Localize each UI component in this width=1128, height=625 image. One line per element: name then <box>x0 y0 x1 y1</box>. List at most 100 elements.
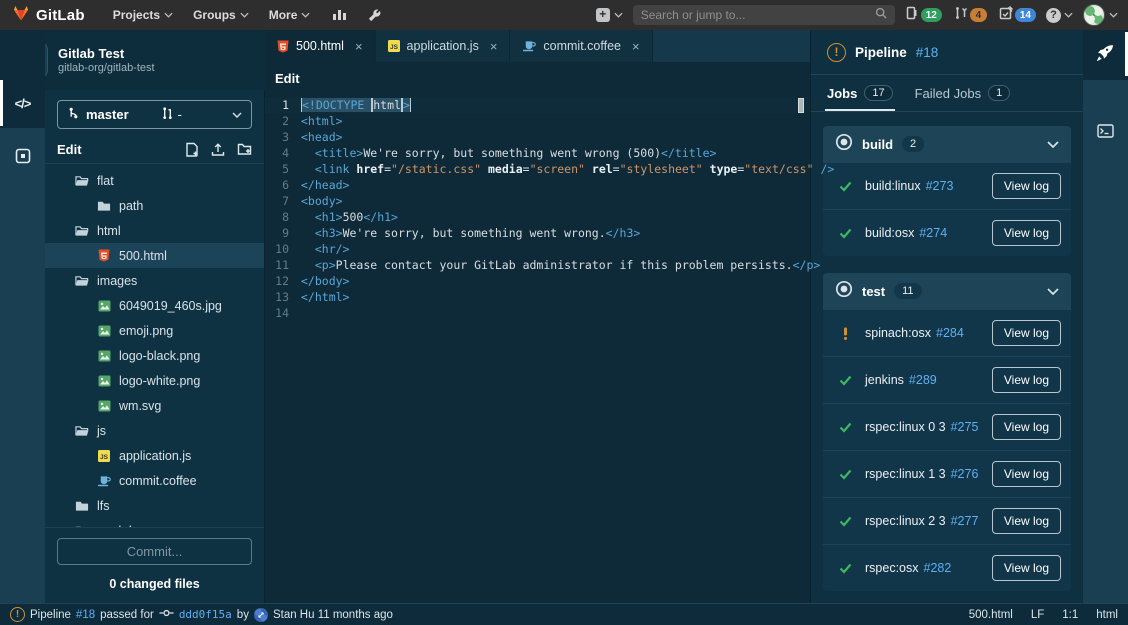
editor-scrollbar-thumb[interactable] <box>798 98 804 113</box>
sb-language[interactable]: html <box>1096 609 1118 621</box>
tree-item[interactable]: path <box>45 193 264 218</box>
view-log-button[interactable]: View log <box>992 555 1061 581</box>
chevron-down-icon <box>1047 288 1059 295</box>
view-log-button[interactable]: View log <box>992 173 1061 199</box>
search-input[interactable] <box>641 8 869 22</box>
js-file-icon: JS <box>388 40 400 52</box>
tree-item[interactable]: emoji.png <box>45 318 264 343</box>
nav-counter[interactable]: 4 <box>954 6 987 25</box>
terminal-button[interactable] <box>1083 110 1128 156</box>
view-log-button[interactable]: View log <box>992 220 1061 246</box>
editor-tabstrip: 500.html × JS application.js × commit.co… <box>265 30 810 62</box>
image-file-icon <box>97 400 111 412</box>
code-editor[interactable]: 1 <!DOCTYPE html> 2 <html> 3 <head> 4 <t… <box>265 95 810 603</box>
sb-file-name[interactable]: 500.html <box>969 609 1013 621</box>
search-icon <box>875 6 887 24</box>
job-id-link[interactable]: #282 <box>924 561 952 575</box>
tree-item[interactable]: logo-white.png <box>45 368 264 393</box>
pipelines-button[interactable] <box>1083 32 1128 78</box>
gitlab-logo[interactable]: GitLab <box>12 4 85 27</box>
count-badge: 12 <box>921 8 942 22</box>
commit-sha-link[interactable]: ddd0f15a <box>179 608 232 621</box>
sb-cursor-position[interactable]: 1:1 <box>1062 609 1078 621</box>
job-id-link[interactable]: #274 <box>919 226 947 240</box>
editor-tab[interactable]: 500.html × <box>265 30 376 62</box>
tree-item[interactable]: images <box>45 268 264 293</box>
tree-item[interactable]: js <box>45 418 264 443</box>
close-icon[interactable]: × <box>355 39 363 54</box>
editor-mode-label: Edit <box>275 71 300 86</box>
tree-item[interactable]: JS application.js <box>45 443 264 468</box>
nav-counter[interactable]: 12 <box>905 6 942 25</box>
chevron-down-icon <box>1064 12 1073 18</box>
pipeline-id-link[interactable]: #18 <box>916 45 939 60</box>
branch-icon <box>67 106 80 123</box>
tree-item-label: js <box>97 424 106 438</box>
merge-request-icon <box>161 106 174 123</box>
nav-menu-groups[interactable]: Groups <box>183 0 259 30</box>
branch-selector[interactable]: master - <box>57 100 252 129</box>
code-line: 14 <box>265 305 810 321</box>
editor-tab[interactable]: commit.coffee × <box>510 30 652 62</box>
job-row: build:linux #273 View log <box>823 162 1071 209</box>
sb-pipeline-id-link[interactable]: #18 <box>76 609 95 621</box>
tree-item[interactable]: 500.html <box>45 243 264 268</box>
job-id-link[interactable]: #289 <box>909 373 937 387</box>
tree-item[interactable]: markdown <box>45 518 264 527</box>
tree-item[interactable]: lfs <box>45 493 264 518</box>
code-line: 4 <title>We're sorry, but something went… <box>265 145 810 161</box>
passed-status-icon <box>837 516 853 527</box>
nav-menu-projects[interactable]: Projects <box>103 0 183 30</box>
tree-item[interactable]: 6049019_460s.jpg <box>45 293 264 318</box>
job-id-link[interactable]: #284 <box>936 326 964 340</box>
tree-item[interactable]: commit.coffee <box>45 468 264 493</box>
close-icon[interactable]: × <box>632 39 640 54</box>
view-log-button[interactable]: View log <box>992 367 1061 393</box>
file-sidebar: G Gitlab Test gitlab-org/gitlab-test mas… <box>45 30 265 603</box>
new-file-icon[interactable] <box>185 142 199 157</box>
job-id-link[interactable]: #273 <box>926 179 954 193</box>
user-menu-button[interactable] <box>1083 4 1118 26</box>
review-mode-button[interactable] <box>0 135 45 181</box>
nav-menu-label: Projects <box>113 8 160 22</box>
code-line: 12 </body> <box>265 273 810 289</box>
bar-chart-icon[interactable] <box>324 0 355 30</box>
sb-eol[interactable]: LF <box>1031 609 1044 621</box>
job-name: rspec:osx <box>865 561 919 575</box>
view-log-button[interactable]: View log <box>992 320 1061 346</box>
jobs-tab-failed-jobs[interactable]: Failed Jobs 1 <box>915 75 1011 111</box>
stage-header[interactable]: test 11 <box>823 273 1071 309</box>
edit-mode-button[interactable]: </> <box>0 80 45 126</box>
commit-button[interactable]: Commit... <box>57 538 252 565</box>
jobs-tab-jobs[interactable]: Jobs 17 <box>827 75 893 111</box>
job-id-link[interactable]: #277 <box>951 514 979 528</box>
close-icon[interactable]: × <box>490 39 498 54</box>
stage-header[interactable]: build 2 <box>823 126 1071 162</box>
new-folder-icon[interactable] <box>237 142 252 157</box>
tree-item[interactable]: logo-black.png <box>45 343 264 368</box>
search-bar[interactable] <box>633 5 895 25</box>
new-menu-button[interactable]: + <box>596 8 623 22</box>
job-id-link[interactable]: #276 <box>951 467 979 481</box>
view-log-button[interactable]: View log <box>992 461 1061 487</box>
wrench-icon[interactable] <box>359 0 390 30</box>
nav-counter[interactable]: 14 <box>999 6 1036 25</box>
nav-menu-more[interactable]: More <box>259 0 321 30</box>
tree-item[interactable]: flat <box>45 168 264 193</box>
tab-label: application.js <box>407 39 479 53</box>
view-log-button[interactable]: View log <box>992 414 1061 440</box>
project-name[interactable]: Gitlab Test <box>58 46 155 61</box>
rocket-icon <box>1097 44 1114 66</box>
upload-file-icon[interactable] <box>211 142 225 157</box>
tree-item[interactable]: wm.svg <box>45 393 264 418</box>
view-log-button[interactable]: View log <box>992 508 1061 534</box>
tree-item[interactable]: html <box>45 218 264 243</box>
code-text: <head> <box>301 129 343 145</box>
jobs-list: build 2 build:linux #273 View log build:… <box>811 112 1083 603</box>
job-id-link[interactable]: #275 <box>951 420 979 434</box>
editor-tab[interactable]: JS application.js × <box>376 30 511 62</box>
merge-requests-icon <box>954 6 968 25</box>
code-text: <title>We're sorry, but something went w… <box>301 145 716 161</box>
help-menu-button[interactable]: ? <box>1046 8 1073 23</box>
passed-status-icon <box>837 228 853 239</box>
